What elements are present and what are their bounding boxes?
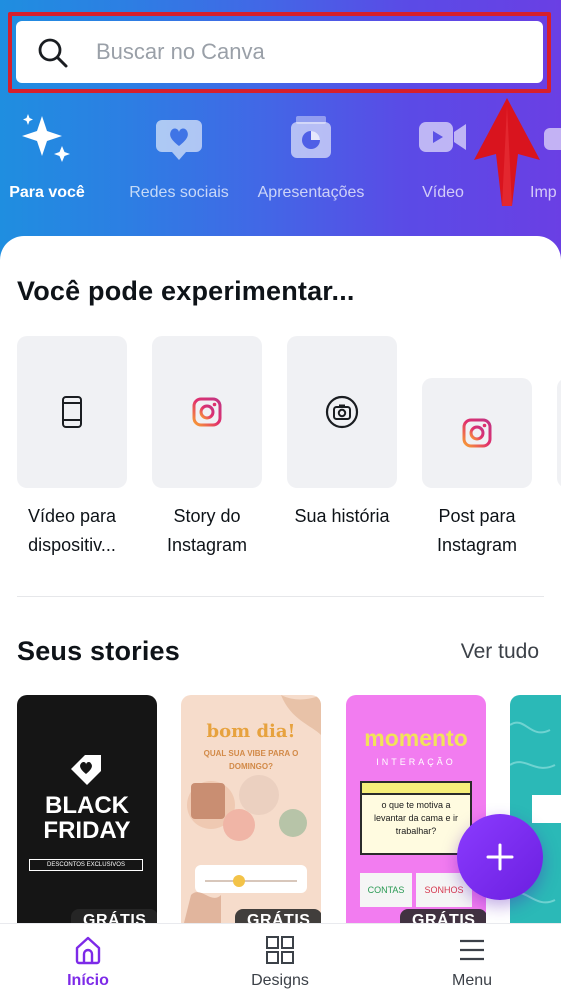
- story-heading: bom dia!: [206, 721, 296, 742]
- story-subtitle: QUAL SUA VIBE PARA O DOMINGO?: [203, 749, 299, 771]
- story-card[interactable]: BLACK FRIDAY DESCONTOS EXCLUSIVOS GRÁTIS: [17, 695, 157, 927]
- story-card[interactable]: bom dia! QUAL SUA VIBE PARA O DOMINGO? G…: [181, 695, 321, 927]
- search-icon: [38, 38, 68, 68]
- heart-bubble-icon: [156, 120, 202, 160]
- print-icon: [544, 128, 561, 150]
- story-question: o que te motiva a levantar da cama e ir …: [373, 800, 459, 836]
- search-input[interactable]: [96, 29, 526, 75]
- nav-designs[interactable]: Designs: [220, 924, 340, 997]
- nav-label: Início: [67, 972, 109, 989]
- tile-label: Post para Instagram: [436, 506, 518, 555]
- suggestions-title: Você pode experimentar...: [17, 276, 355, 306]
- category-video[interactable]: Vídeo: [404, 108, 482, 218]
- plus-icon: [486, 843, 514, 871]
- stories-title: Seus stories: [17, 636, 180, 666]
- presentation-chart-icon: [291, 116, 331, 158]
- camera-icon: [325, 395, 359, 429]
- video-camera-icon: [419, 122, 466, 152]
- tile-thumbnail: [557, 378, 561, 488]
- header-banner: Para você Redes sociais Apresentações: [0, 0, 561, 262]
- tile-label: Sua história: [294, 506, 390, 526]
- sparkle-icon: [22, 114, 70, 162]
- category-bar: Para você Redes sociais Apresentações Ví…: [0, 108, 561, 218]
- create-design-button[interactable]: [457, 814, 543, 900]
- category-label: Redes sociais: [129, 184, 229, 201]
- story-card[interactable]: momento INTERAÇÃO o que te motiva a leva…: [346, 695, 486, 927]
- instagram-icon: [462, 418, 492, 448]
- search-bar[interactable]: [16, 21, 543, 83]
- bottom-navigation: Início Designs Menu: [0, 923, 561, 997]
- category-redes-sociais[interactable]: Redes sociais: [124, 108, 234, 218]
- category-imp[interactable]: Imp: [530, 108, 561, 218]
- story-subtitle: INTERAÇÃO: [376, 757, 456, 767]
- suggestions-row: Vídeo para dispositiv... Story do Instagra…: [0, 336, 561, 566]
- menu-icon: [460, 939, 484, 961]
- category-label: Para você: [9, 184, 85, 201]
- story-heading: momento: [364, 725, 468, 751]
- category-apresentacoes[interactable]: Apresentações: [254, 108, 368, 218]
- story-heading: BLACK FRIDAY: [43, 792, 131, 844]
- home-icon: [75, 936, 101, 965]
- nav-inicio[interactable]: Início: [28, 924, 148, 997]
- story-option: CONTAS: [360, 873, 412, 907]
- category-label: Imp: [530, 184, 557, 201]
- nav-label: Designs: [251, 972, 309, 989]
- divider: [17, 596, 544, 597]
- heart-tag-icon: [71, 755, 101, 785]
- nav-menu[interactable]: Menu: [412, 924, 532, 997]
- mobile-phone-icon: [62, 396, 82, 428]
- story-subtitle: DESCONTOS EXCLUSIVOS: [29, 859, 143, 871]
- grid-icon: [266, 936, 294, 964]
- see-all-link[interactable]: Ver tudo: [461, 640, 539, 664]
- story-question-card: o que te motiva a levantar da cama e ir …: [360, 781, 472, 855]
- category-para-voce[interactable]: Para você: [0, 108, 94, 218]
- tile-label: Vídeo para dispositiv...: [27, 506, 117, 555]
- nav-label: Menu: [451, 972, 493, 989]
- instagram-icon: [192, 397, 222, 427]
- category-label: Apresentações: [257, 184, 365, 201]
- category-label: Vídeo: [422, 184, 464, 201]
- tile-label: Story do Instagram: [166, 506, 248, 555]
